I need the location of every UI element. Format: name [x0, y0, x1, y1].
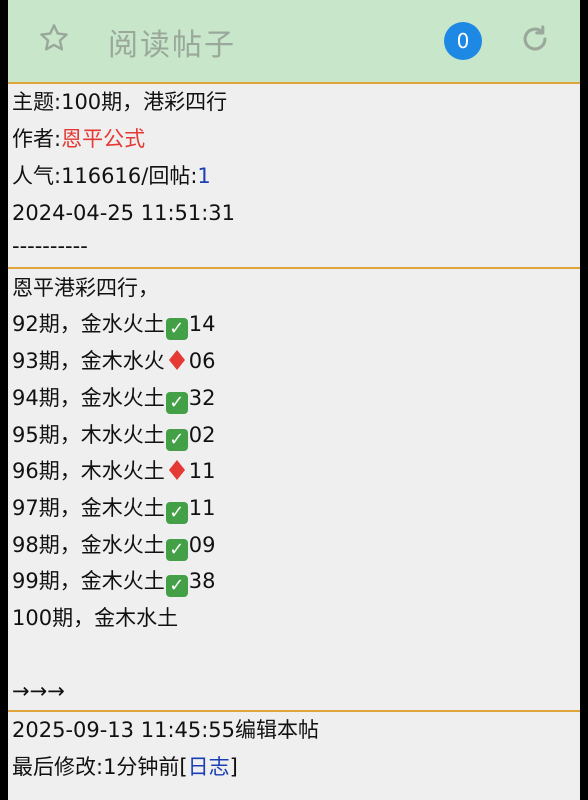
modified-close: ] — [229, 755, 238, 779]
divider-text: ---------- — [12, 234, 88, 258]
row-period: 93期，金木水火 — [12, 349, 165, 373]
row-number: 14 — [188, 312, 216, 336]
check-icon: ✓ — [165, 539, 188, 561]
author-label: 作者: — [12, 127, 62, 151]
red-diamond-icon — [168, 350, 185, 370]
top-bar: 阅读帖子 0 — [8, 0, 580, 84]
refresh-icon[interactable] — [518, 22, 552, 56]
page-title: 阅读帖子 — [108, 28, 236, 63]
notification-badge[interactable]: 0 — [444, 22, 482, 60]
row-period: 95期，木水火土 — [12, 423, 165, 447]
last-row: 100期，金木水土 — [12, 606, 179, 630]
subject-line: 主题:100期，港彩四行 — [12, 88, 227, 116]
replies-link[interactable]: 1 — [197, 164, 210, 188]
result-row: 99期，金木火土 ✓ 38 — [12, 567, 215, 597]
result-row: 95期，木水火土 ✓ 02 — [12, 421, 215, 451]
row-number: 11 — [188, 496, 216, 520]
row-period: 96期，木水火土 — [12, 459, 165, 483]
popularity-value: 116616 — [61, 164, 142, 188]
row-number: 11 — [188, 459, 216, 483]
modified-label: 最后修改:1分钟前[ — [12, 755, 188, 779]
red-diamond-icon — [168, 460, 185, 480]
result-row: 92期，金水火土 ✓ 14 — [12, 310, 215, 340]
separator-bottom — [8, 710, 580, 712]
result-row: 94期，金水火土 ✓ 32 — [12, 384, 215, 414]
row-period: 92期，金水火土 — [12, 312, 165, 336]
modified-line: 最后修改:1分钟前[日志] — [12, 753, 238, 781]
row-number: 06 — [188, 349, 216, 373]
subject-label: 主题: — [12, 90, 62, 114]
log-link[interactable]: 日志 — [188, 755, 230, 779]
row-number: 38 — [188, 569, 216, 593]
row-period: 97期，金木火土 — [12, 496, 165, 520]
subject-text: 100期，港彩四行 — [61, 90, 228, 114]
separator-top — [8, 267, 580, 269]
author-link[interactable]: 恩平公式 — [61, 127, 145, 151]
result-row: 97期，金木火土 ✓ 11 — [12, 494, 215, 524]
row-number: 09 — [188, 533, 216, 557]
result-row: 93期，金木水火 06 — [12, 347, 215, 375]
edit-line: 2025-09-13 11:45:55编辑本帖 — [12, 718, 320, 742]
body-intro: 恩平港彩四行， — [12, 276, 159, 300]
star-icon[interactable] — [38, 22, 70, 54]
row-period: 94期，金水火土 — [12, 386, 165, 410]
post-date: 2024-04-25 11:51:31 — [12, 201, 236, 225]
check-icon: ✓ — [165, 429, 188, 451]
replies-label: /回帖: — [141, 164, 198, 188]
author-line: 作者:恩平公式 — [12, 125, 145, 153]
check-icon: ✓ — [165, 318, 188, 340]
row-number: 32 — [188, 386, 216, 410]
row-period: 98期，金水火土 — [12, 533, 165, 557]
result-row: 96期，木水火土 11 — [12, 457, 215, 485]
row-number: 02 — [188, 423, 216, 447]
check-icon: ✓ — [165, 392, 188, 414]
stats-line: 人气:116616/回帖:1 — [12, 162, 211, 190]
check-icon: ✓ — [165, 502, 188, 524]
popularity-label: 人气: — [12, 164, 62, 188]
row-period: 99期，金木火土 — [12, 569, 165, 593]
check-icon: ✓ — [165, 575, 188, 597]
app-frame: 阅读帖子 0 主题:100期，港彩四行 作者:恩平公式 人气:116616/回帖… — [8, 0, 580, 800]
result-row: 98期，金水火土 ✓ 09 — [12, 531, 215, 561]
arrows-text: →→→ — [12, 679, 65, 703]
